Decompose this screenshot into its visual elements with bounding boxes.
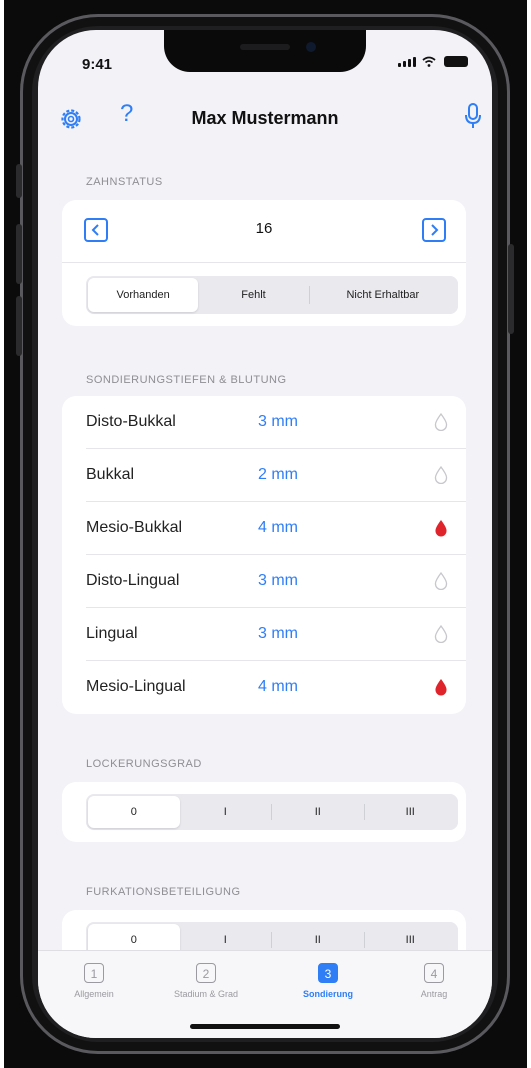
bleeding-drop-outline-icon[interactable] [434,625,448,643]
chevron-right-icon [431,224,439,236]
probing-site-label: Disto-Bukkal [86,413,176,430]
probing-depth-value[interactable]: 3 mm [258,572,298,590]
status-time: 9:41 [82,56,113,73]
bleeding-drop-filled-icon[interactable] [434,678,448,696]
volume-up-button [16,224,22,284]
next-tooth-button[interactable] [422,218,446,242]
probing-site-label: Mesio-Bukkal [86,519,183,536]
front-camera [306,42,316,52]
tab-label: Stadium & Grad [173,989,239,999]
power-button [508,244,514,334]
probing-depth-value[interactable]: 4 mm [258,519,298,537]
tooth-status-segmented-control: Vorhanden Fehlt Nicht Erhaltbar [86,276,458,314]
section-header-zahnstatus: ZAHNSTATUS [86,176,163,188]
bleeding-drop-outline-icon[interactable] [434,466,448,484]
status-icons [398,56,468,67]
mobility-segment-1[interactable]: I [180,796,272,828]
sondierung-card: Disto-Bukkal 3 mm Bukkal 2 mm Mesio-Bukk… [62,396,466,714]
bleeding-drop-outline-icon[interactable] [434,413,448,431]
probing-site-label: Disto-Lingual [86,572,180,589]
probing-row-bukkal[interactable]: Bukkal 2 mm [62,449,466,502]
segment-fehlt[interactable]: Fehlt [198,278,308,312]
tab-label: Sondierung [303,989,353,999]
probing-row-mesio-lingual[interactable]: Mesio-Lingual 4 mm [62,661,466,714]
section-header-furkation: FURKATIONSBETEILIGUNG [86,886,241,898]
probing-row-disto-lingual[interactable]: Disto-Lingual 3 mm [62,555,466,608]
app-screen: 9:41 ? Max Mustermann ZAHNSTATUS 16 Vorh… [38,30,492,1038]
section-header-sondierung: SONDIERUNGSTIEFEN & BLUTUNG [86,374,287,386]
step-1-icon: 1 [84,963,104,983]
home-indicator [190,1024,340,1029]
silent-switch [16,164,22,198]
step-3-icon: 3 [318,963,338,983]
mobility-segmented-control: 0 I II III [86,794,458,830]
mobility-segment-0[interactable]: 0 [88,796,180,828]
probing-depth-value[interactable]: 3 mm [258,413,298,431]
probing-depth-value[interactable]: 2 mm [258,466,298,484]
tab-sondierung[interactable]: 3 Sondierung [278,963,378,999]
tab-stadium-grad[interactable]: 2 Stadium & Grad [156,963,256,999]
microphone-icon[interactable] [464,102,482,130]
cellular-signal-icon [398,57,416,67]
segment-vorhanden[interactable]: Vorhanden [88,278,199,312]
card-divider [62,262,466,263]
step-2-icon: 2 [196,963,216,983]
tab-label: Antrag [420,989,448,999]
volume-down-button [16,296,22,356]
probing-depth-value[interactable]: 4 mm [258,678,298,696]
segment-nicht-erhaltbar[interactable]: Nicht Erhaltbar [310,278,456,312]
probing-site-label: Lingual [86,625,138,642]
lockerungsgrad-card: 0 I II III [62,782,466,842]
battery-icon [444,56,468,67]
zahnstatus-card: 16 Vorhanden Fehlt Nicht Erhaltbar [62,200,466,326]
bleeding-drop-filled-icon[interactable] [434,519,448,537]
tab-label: Allgemein [74,989,114,999]
probing-site-label: Bukkal [86,466,135,483]
wifi-icon [422,56,436,67]
tooth-number: 16 [255,220,273,237]
mobility-segment-2[interactable]: II [272,796,364,828]
section-header-lockerungsgrad: LOCKERUNGSGRAD [86,758,202,770]
step-4-icon: 4 [424,963,444,983]
tab-allgemein[interactable]: 1 Allgemein [44,963,144,999]
page-title: Max Mustermann [191,108,339,128]
navigation-bar: ? Max Mustermann [38,100,492,144]
tab-antrag[interactable]: 4 Antrag [384,963,484,999]
probing-row-disto-bukkal[interactable]: Disto-Bukkal 3 mm [62,396,466,449]
probing-row-mesio-bukkal[interactable]: Mesio-Bukkal 4 mm [62,502,466,555]
probing-depth-value[interactable]: 3 mm [258,625,298,643]
bleeding-drop-outline-icon[interactable] [434,572,448,590]
mobility-segment-3[interactable]: III [365,796,457,828]
notch [164,30,366,72]
earpiece-speaker [240,44,290,50]
probing-row-lingual[interactable]: Lingual 3 mm [62,608,466,661]
probing-site-label: Mesio-Lingual [86,678,186,695]
